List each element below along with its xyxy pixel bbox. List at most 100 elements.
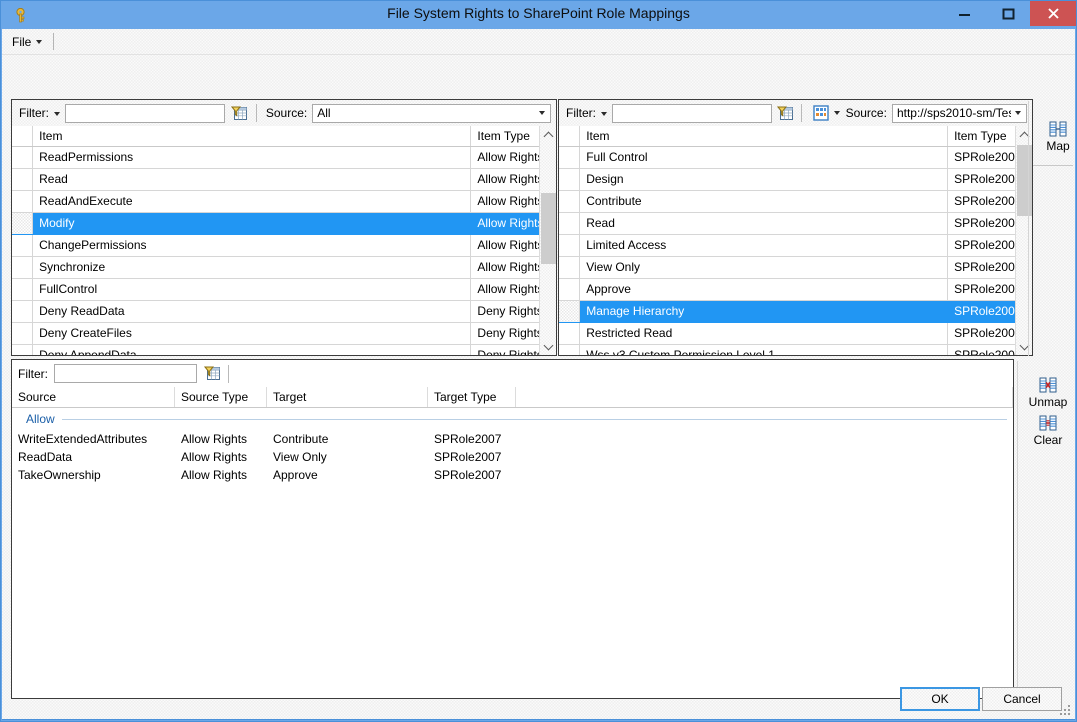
left-col-item[interactable]: Item [33, 126, 471, 146]
table-row[interactable]: ModifyAllow Rights [12, 212, 556, 234]
menu-item-file[interactable]: File [2, 32, 50, 52]
left-row-selector[interactable] [12, 168, 33, 190]
minimize-button[interactable] [942, 1, 986, 26]
right-row-selector[interactable] [559, 234, 580, 256]
resize-grip[interactable] [1058, 703, 1070, 715]
mapping-cell-target: Contribute [267, 432, 428, 446]
table-row[interactable]: DesignSPRole2007 [559, 168, 1032, 190]
mapping-group-header[interactable]: Allow [12, 408, 1013, 430]
right-filter-dropdown-icon[interactable] [601, 112, 607, 116]
left-row-selector[interactable] [12, 256, 33, 278]
scroll-up-icon[interactable] [540, 126, 556, 143]
clear-button[interactable]: Clear [1023, 413, 1073, 447]
left-row-selector[interactable] [12, 322, 33, 344]
table-row[interactable]: ApproveSPRole2007 [559, 278, 1032, 300]
unmap-button[interactable]: Unmap [1023, 375, 1073, 409]
menu-separator [53, 33, 54, 50]
right-filter-input[interactable] [612, 104, 772, 123]
right-panel-toolbar: Filter: [559, 100, 1032, 126]
chevron-down-icon [36, 40, 42, 44]
table-row[interactable]: Deny AppendDataDeny Rights [12, 344, 556, 355]
mapping-row[interactable]: ReadDataAllow RightsView OnlySPRole2007 [12, 448, 1013, 466]
left-filter-input[interactable] [65, 104, 225, 123]
map-icon [1049, 119, 1067, 138]
right-col-item[interactable]: Item [580, 126, 948, 146]
right-row-selector[interactable] [559, 300, 580, 322]
right-filter-apply-icon[interactable] [776, 103, 796, 124]
chevron-down-icon[interactable] [535, 111, 548, 115]
left-row-selector[interactable] [12, 344, 33, 355]
right-row-selector[interactable] [559, 344, 580, 355]
mapping-col-source-type[interactable]: Source Type [175, 387, 267, 407]
table-row[interactable]: ReadPermissionsAllow Rights [12, 146, 556, 168]
right-source-dropdown[interactable]: http://sps2010-sm/Testi [892, 104, 1027, 123]
left-filter-dropdown-icon[interactable] [54, 112, 60, 116]
window-controls [942, 1, 1076, 29]
mapping-toolbar: Filter: [12, 360, 1013, 387]
table-row[interactable]: Wss v3 Custom Permission Level 1SPRole20… [559, 344, 1032, 355]
mapping-body: AllowWriteExtendedAttributesAllow Rights… [12, 408, 1013, 484]
mapping-col-target-type[interactable]: Target Type [428, 387, 516, 407]
mapping-col-source[interactable]: Source [12, 387, 175, 407]
mapping-col-target[interactable]: Target [267, 387, 428, 407]
right-row-selector[interactable] [559, 190, 580, 212]
table-row[interactable]: ContributeSPRole2007 [559, 190, 1032, 212]
maximize-button[interactable] [986, 1, 1030, 26]
left-cell-item: ChangePermissions [33, 234, 471, 256]
cancel-button[interactable]: Cancel [982, 687, 1062, 711]
table-row[interactable]: ReadSPRole2007 [559, 212, 1032, 234]
mapping-filter-input[interactable] [54, 364, 197, 383]
left-scroll-thumb[interactable] [541, 193, 556, 264]
right-list-scrollbar[interactable] [1015, 126, 1032, 355]
left-row-selector[interactable] [12, 146, 33, 168]
right-row-selector[interactable] [559, 212, 580, 234]
table-row[interactable]: ReadAndExecuteAllow Rights [12, 190, 556, 212]
mapping-row[interactable]: TakeOwnershipAllow RightsApproveSPRole20… [12, 466, 1013, 484]
map-button[interactable]: Map [1033, 119, 1077, 153]
left-row-selector[interactable] [12, 190, 33, 212]
scroll-down-icon[interactable] [1016, 338, 1032, 355]
right-cell-item: Wss v3 Custom Permission Level 1 [580, 344, 948, 355]
mapping-cell-source-type: Allow Rights [175, 468, 267, 482]
table-row[interactable]: SynchronizeAllow Rights [12, 256, 556, 278]
left-list-scrollbar[interactable] [539, 126, 556, 355]
left-row-selector[interactable] [12, 300, 33, 322]
table-row[interactable]: ReadAllow Rights [12, 168, 556, 190]
mapping-cell-target: Approve [267, 468, 428, 482]
table-row[interactable]: Manage HierarchySPRole2007 [559, 300, 1032, 322]
menu-item-file-label: File [12, 35, 31, 49]
mapping-cell-source: WriteExtendedAttributes [12, 432, 175, 446]
mapping-row[interactable]: WriteExtendedAttributesAllow RightsContr… [12, 430, 1013, 448]
mapping-cell-source-type: Allow Rights [175, 432, 267, 446]
ok-button[interactable]: OK [900, 687, 980, 711]
right-row-selector[interactable] [559, 168, 580, 190]
chevron-down-icon[interactable] [1011, 111, 1024, 115]
right-filter-label: Filter: [562, 106, 598, 120]
view-mode-button[interactable] [811, 103, 842, 124]
right-scroll-thumb[interactable] [1017, 145, 1032, 216]
left-row-selector[interactable] [12, 212, 33, 234]
mapping-filter-apply-icon[interactable] [201, 363, 223, 384]
table-row[interactable]: Restricted ReadSPRole2007 [559, 322, 1032, 344]
close-button[interactable] [1030, 1, 1076, 26]
table-row[interactable]: ChangePermissionsAllow Rights [12, 234, 556, 256]
left-source-dropdown[interactable]: All [312, 104, 551, 123]
right-row-selector[interactable] [559, 322, 580, 344]
table-row[interactable]: Deny ReadDataDeny Rights [12, 300, 556, 322]
scroll-up-icon[interactable] [1016, 126, 1032, 143]
table-row[interactable]: Limited AccessSPRole2007 [559, 234, 1032, 256]
ok-button-label: OK [931, 692, 948, 706]
right-list-viewport: Item Item Type Full ControlSPRole2007Des… [559, 126, 1032, 355]
target-roles-panel: Filter: [558, 99, 1033, 356]
left-row-selector[interactable] [12, 278, 33, 300]
right-row-selector[interactable] [559, 278, 580, 300]
table-row[interactable]: FullControlAllow Rights [12, 278, 556, 300]
table-row[interactable]: Full ControlSPRole2007 [559, 146, 1032, 168]
left-row-selector[interactable] [12, 234, 33, 256]
table-row[interactable]: View OnlySPRole2007 [559, 256, 1032, 278]
right-row-selector[interactable] [559, 146, 580, 168]
scroll-down-icon[interactable] [540, 338, 556, 355]
right-row-selector[interactable] [559, 256, 580, 278]
table-row[interactable]: Deny CreateFilesDeny Rights [12, 322, 556, 344]
left-filter-apply-icon[interactable] [229, 103, 251, 124]
